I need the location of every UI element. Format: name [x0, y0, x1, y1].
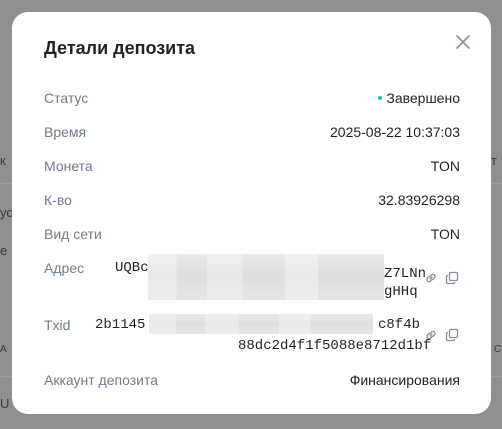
status-label: Статус — [44, 90, 89, 106]
txid-redaction — [149, 314, 373, 334]
amount-value: 32.83926298 — [378, 192, 460, 208]
address-copy-button[interactable] — [445, 271, 459, 285]
deposit-account-value: Финансирования — [349, 372, 460, 388]
txid-line1-end: c8f4b — [378, 317, 421, 333]
amount-label: К-во — [44, 192, 72, 208]
background-text: т — [491, 153, 497, 168]
link-icon — [426, 330, 436, 340]
background-text: А — [0, 344, 7, 355]
network-value: TON — [430, 226, 460, 242]
background-text: U — [0, 396, 10, 411]
network-label: Вид сети — [44, 226, 102, 242]
status-text: Завершено — [386, 90, 460, 106]
address-line1-end: Z7LNn — [384, 266, 427, 282]
background-text: к — [0, 153, 6, 168]
txid-line2: 88dc2d4f1f5088e8712d1bf — [238, 338, 432, 354]
time-label: Время — [44, 124, 87, 140]
txid-label: Txid — [44, 317, 71, 333]
txid-start: 2b1145 — [95, 317, 146, 333]
close-icon — [456, 35, 470, 49]
copy-icon — [445, 271, 459, 285]
txid-copy-button[interactable] — [445, 328, 459, 342]
background-text: С — [494, 344, 502, 355]
address-redaction — [148, 254, 384, 300]
link-icon — [426, 273, 436, 283]
address-line2-end: gHHq — [384, 284, 418, 300]
close-button[interactable] — [454, 33, 472, 51]
background-text: ус — [0, 205, 13, 220]
background-text: е — [0, 243, 8, 258]
copy-icon — [445, 328, 459, 342]
time-value: 2025-08-22 10:37:03 — [330, 124, 460, 140]
address-link-button[interactable] — [424, 271, 438, 285]
status-dot — [378, 96, 383, 101]
deposit-details-modal: Детали депозита Статус Завершено Время 2… — [12, 12, 491, 414]
modal-title: Детали депозита — [44, 38, 196, 58]
coin-value: TON — [430, 158, 460, 174]
coin-label: Монета — [44, 158, 93, 174]
txid-link-button[interactable] — [424, 328, 438, 342]
deposit-account-label: Аккаунт депозита — [44, 372, 159, 388]
address-label: Адрес — [44, 260, 85, 276]
address-start: UQBc — [115, 260, 149, 276]
status-value: Завершено — [378, 90, 460, 106]
